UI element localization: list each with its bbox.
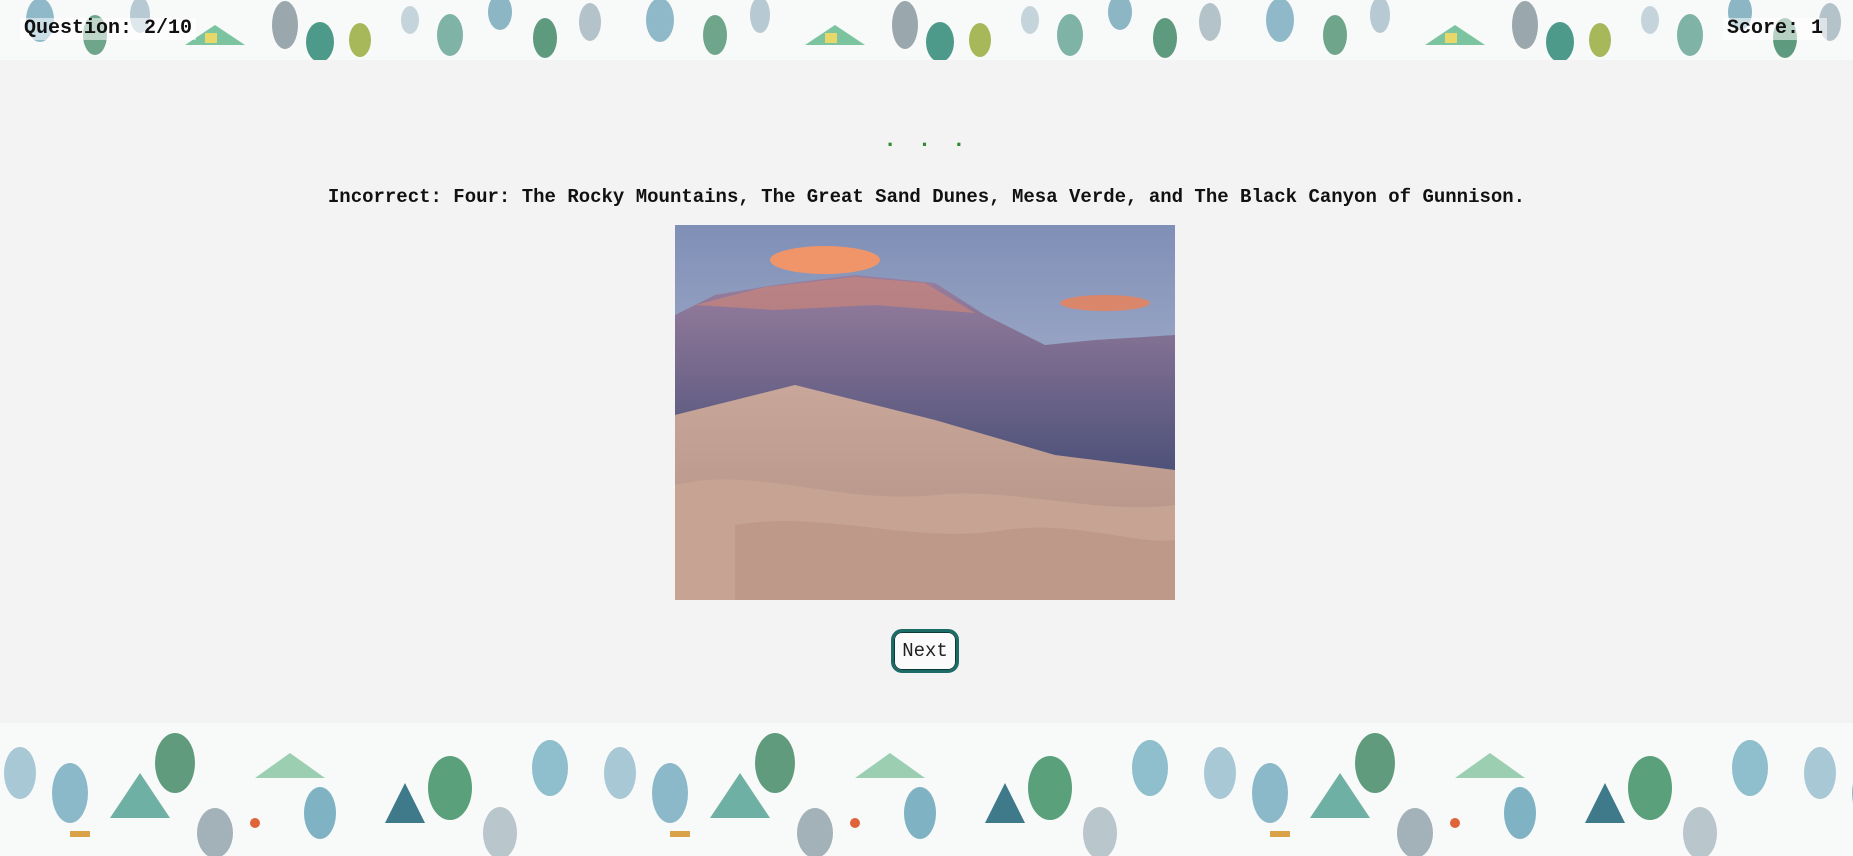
top-decorative-banner — [0, 0, 1853, 60]
bottom-decorative-banner — [0, 723, 1853, 856]
score-value: 1 — [1810, 17, 1823, 40]
question-counter: Question: 2/10 — [20, 17, 197, 40]
question-value: 2/10 — [144, 17, 193, 40]
score-counter: Score: 1 — [1722, 17, 1827, 40]
next-button[interactable]: Next — [891, 629, 959, 673]
loading-dots: . . . — [883, 128, 970, 153]
forest-pattern-bottom — [0, 723, 1853, 856]
answer-feedback: Incorrect: Four: The Rocky Mountains, Th… — [327, 186, 1526, 208]
score-label: Score: — [1726, 17, 1799, 40]
forest-pattern-top — [0, 0, 1853, 60]
mountain-dunes-image — [675, 225, 1175, 600]
question-label: Question: — [24, 17, 133, 40]
answer-photo — [675, 225, 1175, 600]
